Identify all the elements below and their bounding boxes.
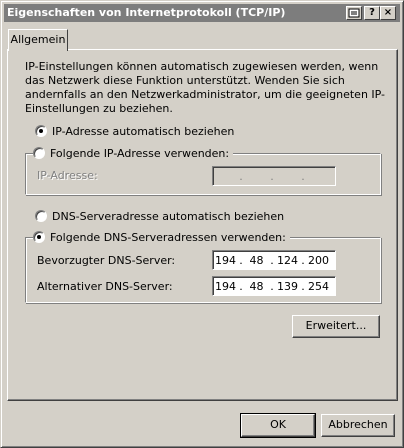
tab-allgemein[interactable]: Allgemein: [8, 29, 68, 51]
title-bar[interactable]: Eigenschaften von Internetprotokoll (TCP…: [4, 4, 400, 22]
properties-dialog: Eigenschaften von Internetprotokoll (TCP…: [0, 0, 404, 448]
ip-manual-label: Folgende IP-Adresse verwenden:: [50, 146, 230, 160]
dns-auto-radio[interactable]: [35, 210, 47, 222]
dns-manual-radio[interactable]: [33, 231, 45, 243]
properties-icon: [348, 8, 360, 18]
help-button[interactable]: ?: [364, 6, 380, 20]
advanced-button[interactable]: Erweitert...: [292, 315, 380, 338]
alternate-dns-label: Alternativer DNS-Server:: [37, 280, 173, 293]
ip-manual-option[interactable]: Folgende IP-Adresse verwenden:: [33, 146, 234, 160]
ok-button[interactable]: OK: [240, 413, 316, 438]
preferred-dns-label: Bevorzugter DNS-Server:: [37, 254, 176, 267]
preferred-dns-field[interactable]: 194. 48. 124. 200: [212, 250, 336, 270]
intro-text: IP-Einstellungen können automatisch zuge…: [25, 60, 386, 115]
dns-manual-label: Folgende DNS-Serveradressen verwenden:: [50, 230, 286, 244]
ip-address-field: . . .: [212, 166, 336, 186]
alternate-dns-field[interactable]: 194. 48. 139. 254: [212, 276, 336, 296]
ip-auto-label: IP-Adresse automatisch beziehen: [52, 124, 235, 138]
properties-icon-button[interactable]: [346, 6, 362, 20]
ip-address-label: IP-Adresse:: [37, 169, 98, 182]
close-button[interactable]: ×: [380, 6, 396, 20]
cancel-button[interactable]: Abbrechen: [321, 414, 395, 437]
ip-auto-option[interactable]: IP-Adresse automatisch beziehen: [35, 124, 234, 138]
ip-manual-radio[interactable]: [33, 147, 45, 159]
dns-manual-option[interactable]: Folgende DNS-Serveradressen verwenden:: [33, 230, 290, 244]
dns-auto-option[interactable]: DNS-Serveradresse automatisch beziehen: [35, 209, 284, 223]
ip-auto-radio[interactable]: [35, 125, 47, 137]
dns-auto-label: DNS-Serveradresse automatisch beziehen: [52, 209, 285, 223]
window-title: Eigenschaften von Internetprotokoll (TCP…: [7, 6, 286, 19]
close-icon: ×: [383, 7, 393, 18]
